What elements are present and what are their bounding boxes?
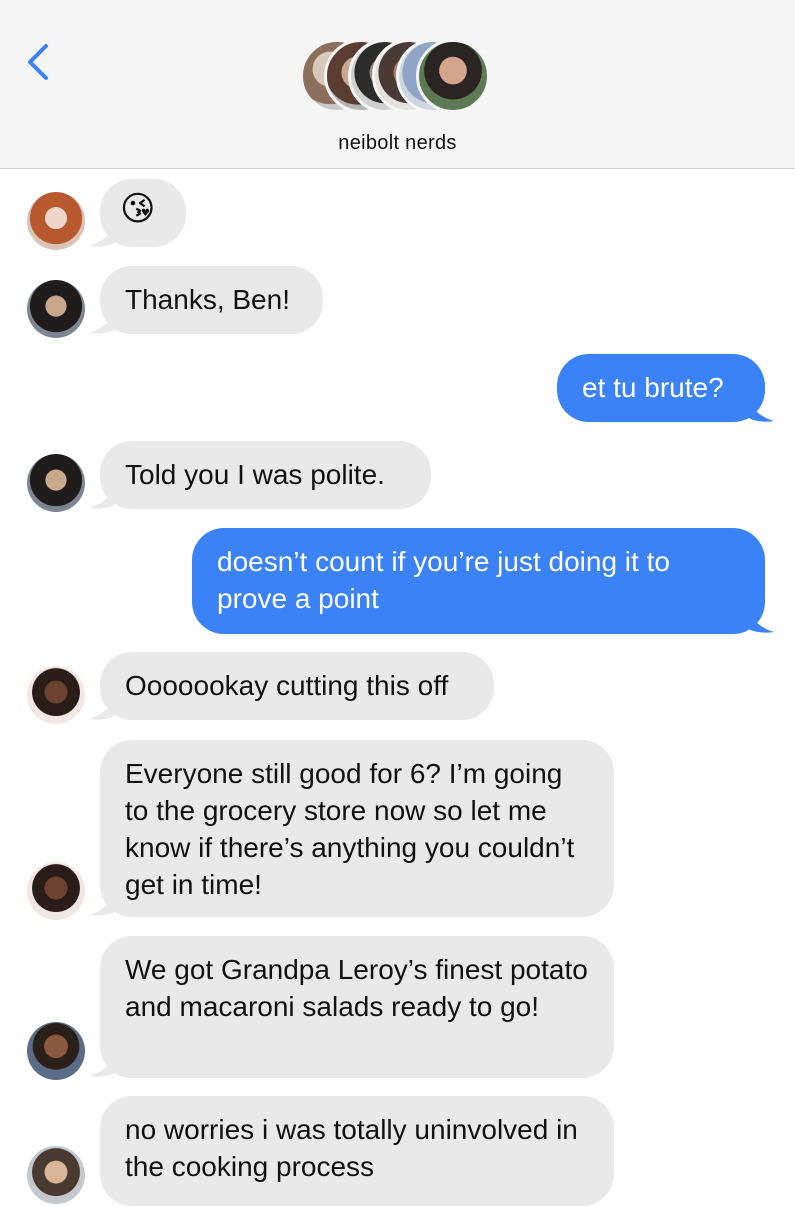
message-text: no worries i was totally uninvolved in t… [125,1114,578,1182]
avatar[interactable] [27,666,85,724]
chevron-left-icon [28,44,48,80]
message-text: Told you I was polite. [125,459,385,490]
avatar[interactable] [27,862,85,920]
group-member-avatar [416,39,490,113]
back-button[interactable] [22,40,62,84]
avatar[interactable] [27,192,85,250]
group-title[interactable]: neibolt nerds [0,132,795,155]
message-text: doesn’t count if you’re just doing it to… [217,546,670,614]
message-text: Everyone still good for 6? I’m going to … [125,758,575,900]
avatar[interactable] [27,280,85,338]
message-text: Thanks, Ben! [125,284,290,315]
message-bubble[interactable]: Thanks, Ben! [100,266,323,334]
message-bubble[interactable]: doesn’t count if you’re just doing it to… [192,528,765,634]
message-bubble[interactable]: no worries i was totally uninvolved in t… [100,1096,614,1206]
avatar[interactable] [27,1022,85,1080]
avatar[interactable] [27,454,85,512]
message-text: et tu brute? [582,372,724,403]
message-text: 😘 [120,190,156,228]
message-bubble[interactable]: et tu brute? [557,354,765,422]
message-text: We got Grandpa Leroy’s finest potato and… [125,954,588,1022]
avatar[interactable] [27,1146,85,1204]
message-bubble[interactable]: We got Grandpa Leroy’s finest potato and… [100,936,614,1078]
message-bubble[interactable]: 😘 [100,179,186,247]
message-bubble[interactable]: Everyone still good for 6? I’m going to … [100,740,614,917]
conversation-header: neibolt nerds [0,0,795,169]
message-bubble[interactable]: Told you I was polite. [100,441,431,509]
message-bubble[interactable]: Ooooookay cutting this off [100,652,494,720]
group-avatar-stack[interactable] [300,39,500,119]
message-text: Ooooookay cutting this off [125,670,449,701]
